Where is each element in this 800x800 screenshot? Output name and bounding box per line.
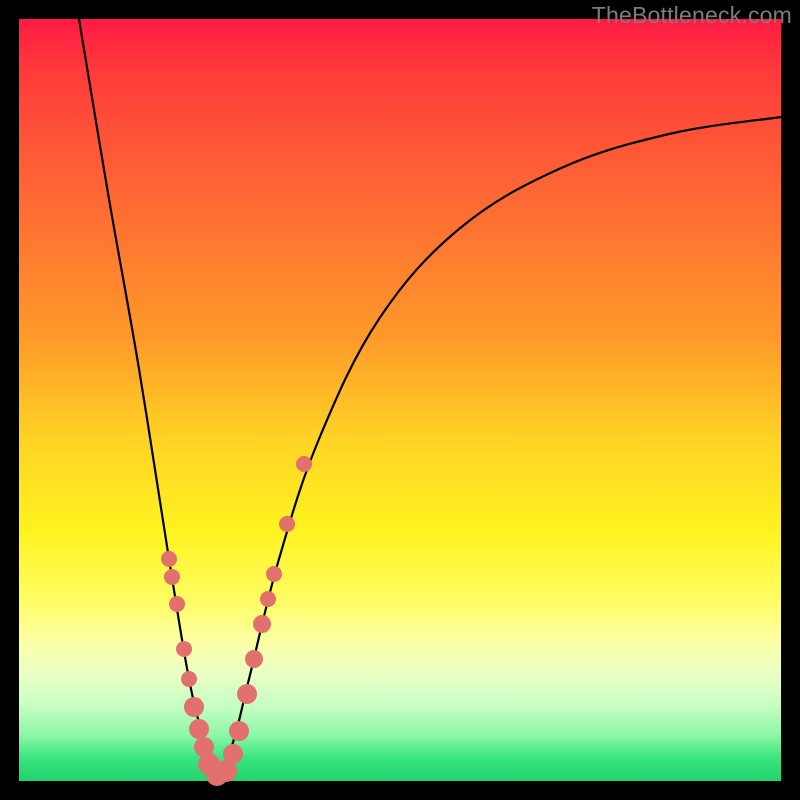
curve-marker [169, 596, 185, 612]
curve-markers-group [161, 456, 312, 786]
curve-marker [189, 719, 209, 739]
bottleneck-curve-path [79, 19, 781, 777]
curve-marker [253, 615, 271, 633]
curve-marker [181, 671, 197, 687]
bottleneck-curve-svg [19, 19, 781, 781]
curve-marker [229, 721, 249, 741]
curve-marker [223, 744, 243, 764]
watermark-text: TheBottleneck.com [592, 2, 792, 29]
curve-marker [164, 569, 180, 585]
curve-marker [184, 697, 204, 717]
curve-marker [237, 684, 257, 704]
chart-frame: TheBottleneck.com [0, 0, 800, 800]
curve-marker [161, 551, 177, 567]
curve-marker [266, 566, 282, 582]
curve-marker [176, 641, 192, 657]
curve-marker [245, 650, 263, 668]
curve-marker [296, 456, 312, 472]
curve-marker [279, 516, 295, 532]
curve-marker [260, 591, 276, 607]
